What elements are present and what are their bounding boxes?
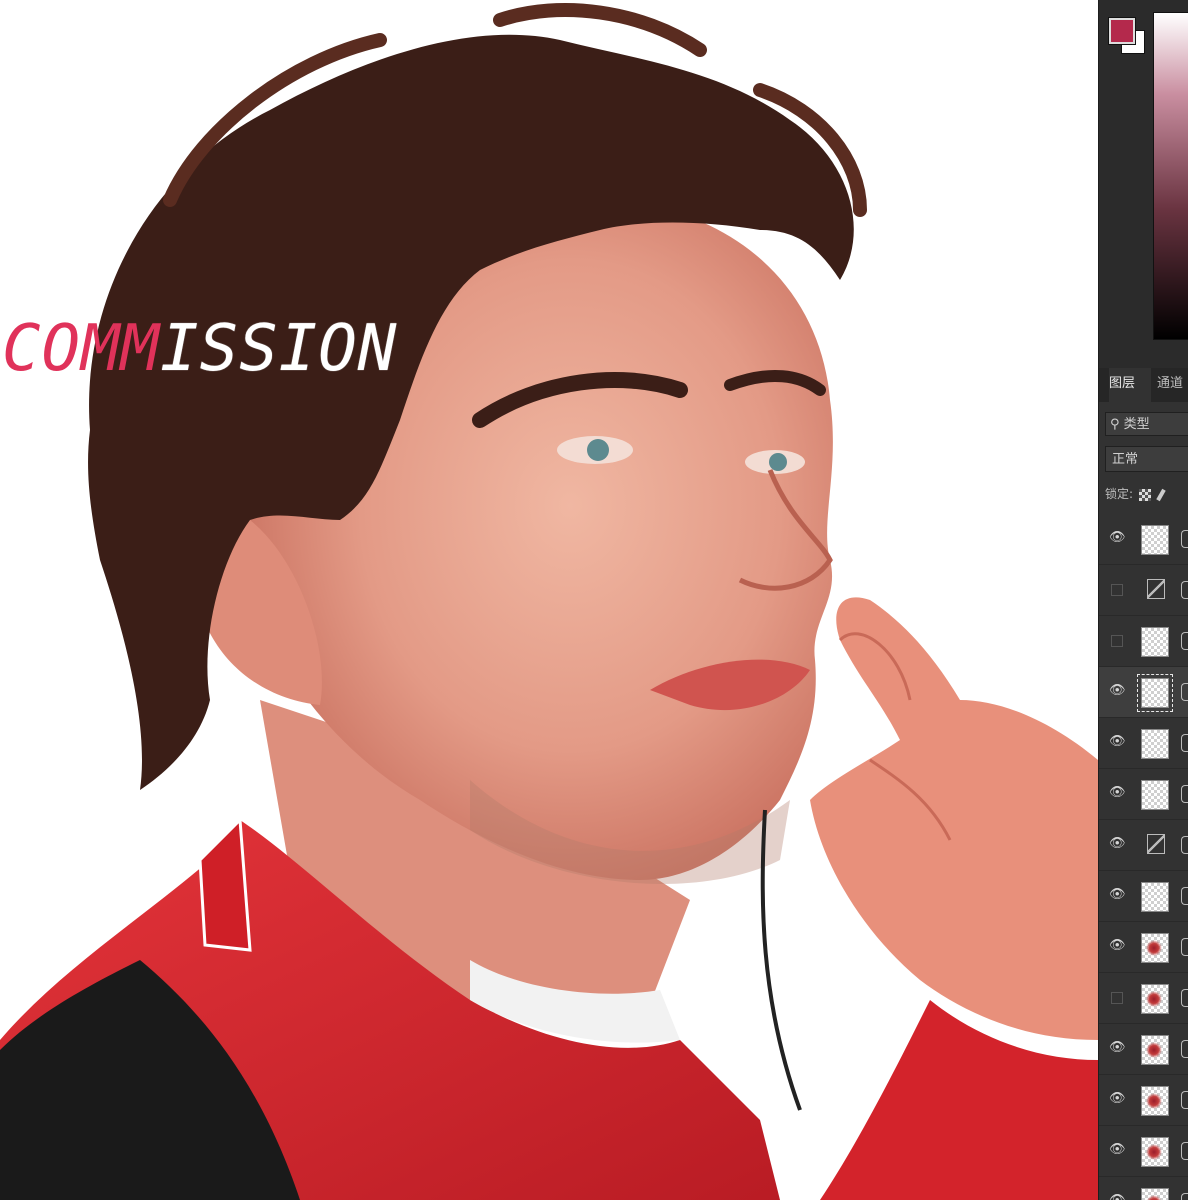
layers-tab-bar: 图层 通道 [1099, 368, 1188, 402]
curves-adjustment-icon[interactable] [1147, 834, 1165, 854]
layer-row[interactable] [1099, 973, 1188, 1024]
layer-thumbnail[interactable] [1141, 933, 1169, 963]
mask-link-icon[interactable] [1181, 836, 1188, 854]
layer-thumbnail[interactable] [1141, 1188, 1169, 1200]
layer-filter-field[interactable]: ⚲ 类型 [1105, 412, 1188, 436]
mask-link-icon[interactable] [1181, 1142, 1188, 1160]
visibility-off-box[interactable] [1111, 635, 1123, 647]
visibility-off-box[interactable] [1111, 584, 1123, 596]
mask-link-icon[interactable] [1181, 1091, 1188, 1109]
visibility-eye-icon[interactable]: 👁 [1109, 1092, 1126, 1105]
layer-row[interactable]: 👁 [1099, 769, 1188, 820]
portrait-painting [0, 3, 1098, 1200]
visibility-eye-icon[interactable]: 👁 [1109, 837, 1126, 850]
layer-thumbnail[interactable] [1141, 1035, 1169, 1065]
visibility-eye-icon[interactable]: 👁 [1109, 735, 1126, 748]
layer-row[interactable] [1099, 565, 1188, 616]
mask-link-icon[interactable] [1181, 530, 1188, 548]
visibility-eye-icon[interactable]: 👁 [1109, 1143, 1126, 1156]
visibility-eye-icon[interactable]: 👁 [1109, 786, 1126, 799]
mask-link-icon[interactable] [1181, 683, 1188, 701]
layer-row[interactable]: 👁 [1099, 718, 1188, 769]
layer-row[interactable]: 👁 [1099, 514, 1188, 565]
layer-thumbnail[interactable] [1141, 984, 1169, 1014]
commission-watermark: COMMISSION [2, 312, 397, 386]
visibility-eye-icon[interactable]: 👁 [1109, 531, 1126, 544]
layer-thumbnail[interactable] [1141, 525, 1169, 555]
mask-link-icon[interactable] [1181, 785, 1188, 803]
visibility-eye-icon[interactable]: 👁 [1109, 1194, 1126, 1200]
filter-kind-label: 类型 [1123, 417, 1150, 432]
tab-layers[interactable]: 图层 [1109, 368, 1151, 402]
color-picker-field[interactable] [1153, 12, 1188, 340]
tab-channels[interactable]: 通道 [1157, 368, 1188, 402]
visibility-off-box[interactable] [1111, 992, 1123, 1004]
layer-thumbnail[interactable] [1141, 1086, 1169, 1116]
lock-transparency-icon[interactable] [1139, 488, 1152, 501]
blend-mode-select[interactable]: 正常 [1105, 446, 1188, 472]
layer-thumbnail[interactable] [1141, 780, 1169, 810]
document-canvas[interactable]: COMMISSION [0, 0, 1098, 1200]
mask-link-icon[interactable] [1181, 887, 1188, 905]
layer-row[interactable]: 👁 [1099, 667, 1188, 718]
layer-thumbnail[interactable] [1141, 1137, 1169, 1167]
mask-link-icon[interactable] [1181, 1193, 1188, 1200]
layer-row[interactable]: 👁 [1099, 922, 1188, 973]
layer-row[interactable]: 👁 [1099, 820, 1188, 871]
layer-row[interactable]: 👁 [1099, 1126, 1188, 1177]
watermark-rest: ISSION [160, 312, 398, 386]
color-panel [1099, 0, 1188, 368]
mask-link-icon[interactable] [1181, 581, 1188, 599]
layer-thumbnail[interactable] [1141, 729, 1169, 759]
layer-row[interactable] [1099, 616, 1188, 667]
visibility-eye-icon[interactable]: 👁 [1109, 1041, 1126, 1054]
layer-row[interactable]: 👁 [1099, 1075, 1188, 1126]
layer-row[interactable]: 👁 [1099, 1177, 1188, 1200]
mask-link-icon[interactable] [1181, 989, 1188, 1007]
mask-link-icon[interactable] [1181, 632, 1188, 650]
mask-link-icon[interactable] [1181, 938, 1188, 956]
photoshop-side-panel: 图层 通道 ⚲ 类型 正常 锁定: 👁 👁 👁 👁 👁 👁 👁 👁 👁 👁 👁 [1098, 0, 1188, 1200]
visibility-eye-icon[interactable]: 👁 [1109, 888, 1126, 901]
layer-thumbnail[interactable] [1141, 882, 1169, 912]
layer-row[interactable]: 👁 [1099, 1024, 1188, 1075]
watermark-highlight: COMM [2, 312, 161, 386]
lock-row: 锁定: [1099, 482, 1188, 506]
lock-pixels-icon[interactable] [1156, 488, 1166, 501]
visibility-eye-icon[interactable]: 👁 [1109, 684, 1126, 697]
search-icon: ⚲ [1110, 417, 1120, 432]
lock-label: 锁定: [1105, 487, 1134, 501]
layers-list: 👁 👁 👁 👁 👁 👁 👁 👁 👁 👁 👁 [1099, 514, 1188, 1200]
curves-adjustment-icon[interactable] [1147, 579, 1165, 599]
mask-link-icon[interactable] [1181, 734, 1188, 752]
layer-thumbnail[interactable] [1141, 627, 1169, 657]
mask-link-icon[interactable] [1181, 1040, 1188, 1058]
layer-row[interactable]: 👁 [1099, 871, 1188, 922]
foreground-color-swatch[interactable] [1109, 18, 1135, 44]
layer-thumbnail[interactable] [1137, 674, 1173, 712]
visibility-eye-icon[interactable]: 👁 [1109, 939, 1126, 952]
